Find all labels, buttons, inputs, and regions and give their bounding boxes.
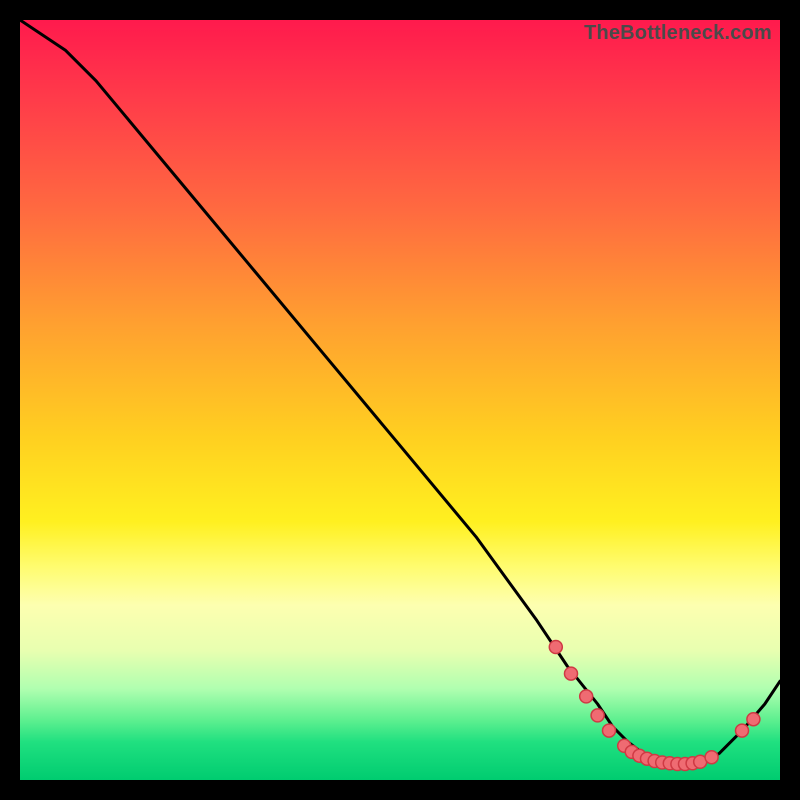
chart-marker <box>705 751 718 764</box>
chart-marker <box>549 641 562 654</box>
chart-marker <box>565 667 578 680</box>
chart-markers <box>549 641 760 771</box>
chart-marker <box>603 724 616 737</box>
watermark-label: TheBottleneck.com <box>584 22 772 45</box>
chart-svg <box>20 20 780 780</box>
chart-background: TheBottleneck.com <box>20 20 780 780</box>
chart-marker <box>747 713 760 726</box>
chart-marker <box>591 709 604 722</box>
chart-marker <box>580 690 593 703</box>
chart-curve <box>20 20 780 765</box>
chart-marker <box>736 724 749 737</box>
